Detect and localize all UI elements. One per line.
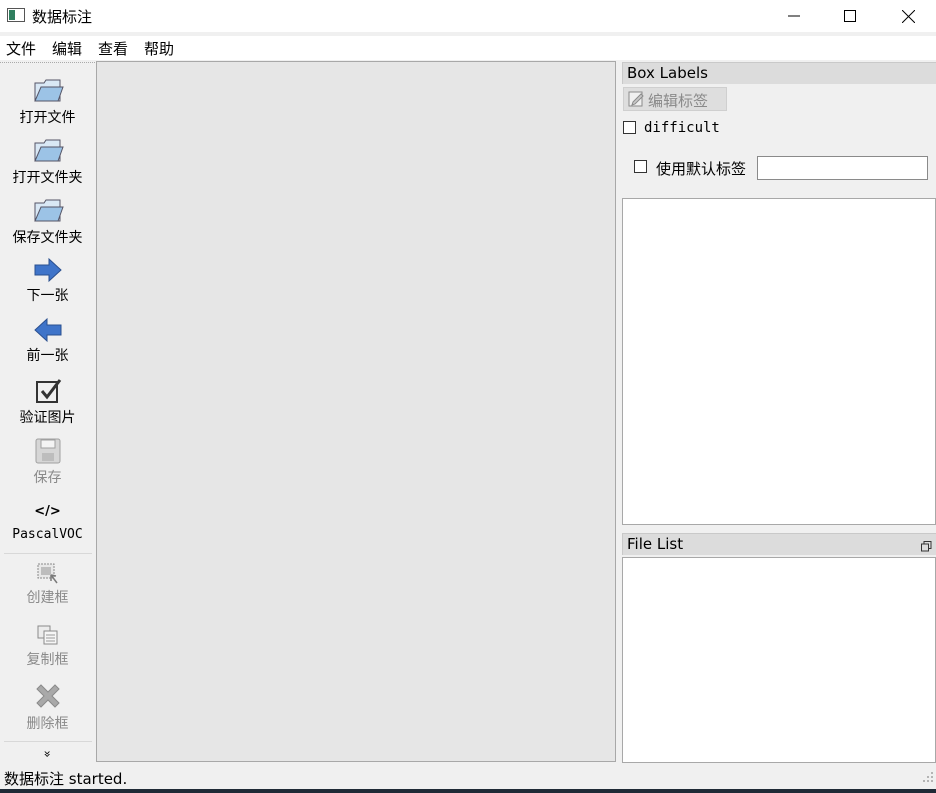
minimize-button[interactable] xyxy=(766,0,822,32)
edit-icon xyxy=(628,91,644,111)
copy-icon xyxy=(0,619,95,647)
format-button[interactable]: </> PascalVOC xyxy=(0,495,95,542)
menu-bar: 文件 编辑 查看 帮助 xyxy=(0,36,936,60)
format-label: PascalVOC xyxy=(12,527,83,542)
label-list[interactable] xyxy=(622,198,936,525)
prev-image-label: 前一张 xyxy=(26,348,69,364)
close-icon xyxy=(901,9,915,23)
difficult-label: difficult xyxy=(644,120,720,136)
toolbar-separator xyxy=(4,553,92,554)
create-box-label: 创建框 xyxy=(26,590,69,606)
use-default-label-checkbox[interactable] xyxy=(634,160,647,173)
status-bar: 数据标注 started. xyxy=(0,763,936,789)
prev-image-button[interactable]: 前一张 xyxy=(0,311,95,365)
create-box-button[interactable]: 创建框 xyxy=(0,557,95,607)
next-image-label: 下一张 xyxy=(26,288,69,304)
edit-label-text: 编辑标签 xyxy=(648,92,709,110)
open-dir-button[interactable]: 打开文件夹 xyxy=(0,133,95,187)
delete-x-icon xyxy=(0,679,95,711)
default-label-input[interactable] xyxy=(757,156,928,180)
close-button[interactable] xyxy=(880,0,936,32)
box-labels-title: Box Labels xyxy=(627,64,708,82)
folder-icon xyxy=(0,133,95,165)
verify-image-button[interactable]: 验证图片 xyxy=(0,373,95,427)
window-bottom-edge xyxy=(0,789,936,793)
open-dir-label: 打开文件夹 xyxy=(12,170,83,186)
app-icon xyxy=(7,8,25,22)
menu-help[interactable]: 帮助 xyxy=(144,38,174,59)
verify-image-label: 验证图片 xyxy=(19,410,76,426)
open-file-button[interactable]: 打开文件 xyxy=(0,73,95,127)
float-restore-icon[interactable] xyxy=(921,538,932,556)
chevron-down-icon: » xyxy=(40,750,55,758)
delete-box-label: 删除框 xyxy=(26,716,69,732)
use-default-label-text: 使用默认标签 xyxy=(656,160,747,178)
delete-box-button[interactable]: 删除框 xyxy=(0,679,95,733)
copy-box-label: 复制框 xyxy=(26,652,69,668)
toolbar-extension-button[interactable]: » xyxy=(0,747,95,761)
floppy-disk-icon xyxy=(0,433,95,465)
difficult-checkbox[interactable] xyxy=(623,121,636,134)
file-list-title: File List xyxy=(627,535,684,553)
status-text: 数据标注 started. xyxy=(4,770,128,788)
menu-edit[interactable]: 编辑 xyxy=(52,38,82,59)
folder-icon xyxy=(0,73,95,105)
menu-view[interactable]: 查看 xyxy=(98,38,128,59)
create-box-icon xyxy=(0,557,95,585)
window-title: 数据标注 xyxy=(32,8,93,26)
open-file-label: 打开文件 xyxy=(19,110,76,126)
maximize-button[interactable] xyxy=(822,0,878,32)
folder-icon xyxy=(0,193,95,225)
save-dir-button[interactable]: 保存文件夹 xyxy=(0,193,95,247)
next-image-button[interactable]: 下一张 xyxy=(0,251,95,305)
arrow-left-icon xyxy=(0,311,95,343)
maximize-icon xyxy=(844,10,856,22)
save-button[interactable]: 保存 xyxy=(0,433,95,487)
image-canvas[interactable] xyxy=(96,61,616,762)
file-list[interactable] xyxy=(622,557,936,763)
save-label: 保存 xyxy=(33,470,62,486)
toolbar-separator xyxy=(4,741,92,742)
menu-file[interactable]: 文件 xyxy=(6,38,36,59)
edit-label-button[interactable]: 编辑标签 xyxy=(623,87,727,111)
box-labels-dock-title: Box Labels xyxy=(622,62,936,84)
code-icon: </> xyxy=(34,504,61,519)
arrow-right-icon xyxy=(0,251,95,283)
minimize-icon xyxy=(788,15,800,17)
left-toolbar: 打开文件 打开文件夹 保存文件夹 下一张 前一张 验证图片 保存 </> Pas… xyxy=(0,62,95,763)
size-grip-icon[interactable] xyxy=(920,769,934,783)
copy-box-button[interactable]: 复制框 xyxy=(0,619,95,669)
file-list-dock-title: File List xyxy=(622,533,936,555)
save-dir-label: 保存文件夹 xyxy=(12,230,83,246)
checkbox-check-icon xyxy=(0,373,95,405)
title-bar: 数据标注 xyxy=(0,0,936,32)
